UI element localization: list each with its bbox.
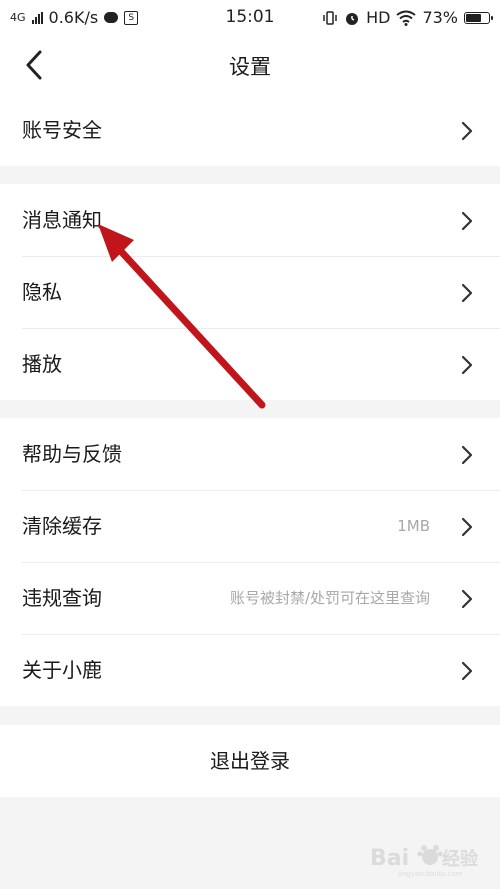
chevron-right-icon: [461, 121, 473, 141]
settings-item-playback[interactable]: 播放: [0, 328, 500, 400]
baidu-jingyan-watermark-icon: Bai 经验 jingyan.baidu.com: [370, 845, 479, 878]
chevron-right-icon: [461, 211, 473, 231]
settings-item-label: 账号安全: [22, 118, 102, 142]
svg-text:经验: 经验: [442, 848, 479, 870]
page-title: 设置: [229, 55, 271, 79]
vibrate-icon: [323, 10, 337, 25]
violation-hint: 账号被封禁/处罚可在这里查询: [229, 589, 430, 607]
settings-item-label: 隐私: [22, 280, 62, 304]
settings-item-label: 违规查询: [22, 586, 102, 610]
settings-item-account-security[interactable]: 账号安全: [0, 94, 500, 166]
settings-item-help-feedback[interactable]: 帮助与反馈: [0, 418, 500, 490]
chevron-right-icon: [461, 589, 473, 609]
settings-item-violation-query[interactable]: 违规查询 账号被封禁/处罚可在这里查询: [0, 562, 500, 634]
battery-percent: 73%: [422, 8, 458, 27]
battery-icon: [464, 11, 493, 24]
settings-item-label: 消息通知: [22, 208, 102, 232]
settings-group-account: 账号安全: [0, 94, 500, 166]
settings-item-clear-cache[interactable]: 清除缓存 1MB: [0, 490, 500, 562]
settings-item-label: 播放: [22, 352, 62, 376]
logout-button[interactable]: 退出登录: [0, 725, 500, 797]
alarm-icon: [346, 12, 359, 25]
settings-group-general: 消息通知 隐私 播放: [0, 184, 500, 400]
status-right: HD 73%: [322, 8, 493, 27]
chevron-right-icon: [461, 661, 473, 681]
hd-indicator: HD: [366, 8, 391, 27]
settings-item-label: 清除缓存: [22, 514, 102, 538]
settings-item-label: 帮助与反馈: [22, 442, 122, 466]
chevron-right-icon: [461, 283, 473, 303]
chevron-right-icon: [461, 517, 473, 537]
header: 设置: [0, 36, 500, 94]
settings-group-support: 帮助与反馈 清除缓存 1MB 违规查询 账号被封禁/处罚可在这里查询 关于小鹿: [0, 418, 500, 706]
status-bar: 4G 0.6K/s S 15:01 HD 73%: [0, 0, 500, 36]
chevron-right-icon: [461, 445, 473, 465]
settings-item-about[interactable]: 关于小鹿: [0, 634, 500, 706]
cache-size: 1MB: [397, 517, 430, 535]
settings-item-privacy[interactable]: 隐私: [0, 256, 500, 328]
settings-item-notifications[interactable]: 消息通知: [0, 184, 500, 256]
chevron-right-icon: [461, 355, 473, 375]
wifi-icon: [396, 10, 417, 26]
settings-item-label: 关于小鹿: [22, 658, 102, 682]
svg-text:Bai: Bai: [370, 846, 409, 871]
svg-text:jingyan.baidu.com: jingyan.baidu.com: [397, 870, 463, 878]
